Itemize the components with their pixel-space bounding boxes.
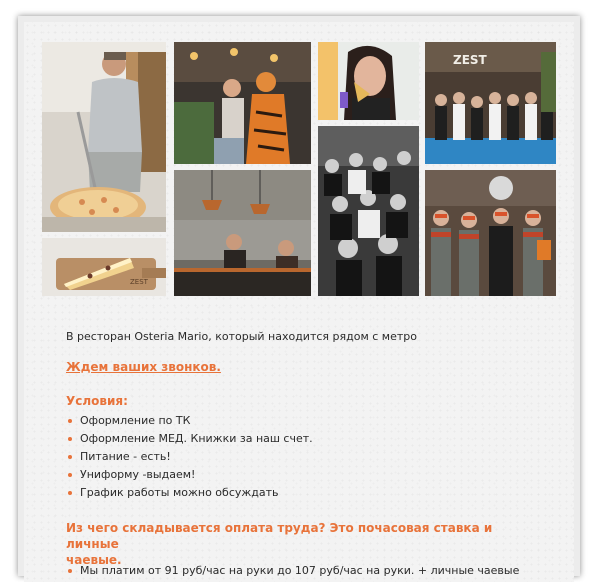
email-frame: ZEST ZEST В ресторан Osteria Mario, кото…	[18, 16, 580, 582]
svg-text:ZEST: ZEST	[453, 53, 488, 67]
list-item: Оформление по ТК	[66, 412, 313, 430]
pay-heading: Из чего складывается оплата труда? Это п…	[66, 520, 546, 568]
email-card: ZEST ZEST В ресторан Osteria Mario, кото…	[24, 22, 574, 582]
pay-list: Мы платим от 91 руб/час на руки до 107 р…	[66, 562, 519, 580]
list-item: Оформление МЕД. Книжки за наш счет.	[66, 430, 313, 448]
chef-making-pizza-photo	[42, 42, 166, 232]
crowd-party-bw-photo	[318, 126, 419, 296]
guests-in-costumes-photo	[174, 42, 311, 164]
pay-heading-line-1: Из чего складывается оплата труда? Это п…	[66, 521, 493, 551]
list-item: График работы можно обсуждать	[66, 484, 313, 502]
list-item: Питание - есть!	[66, 448, 313, 466]
intro-text: В ресторан Osteria Mario, который находи…	[66, 330, 417, 343]
call-us-link[interactable]: Ждем ваших звонков.	[66, 360, 221, 374]
svg-text:ZEST: ZEST	[130, 278, 149, 286]
staff-in-masks-photo	[425, 170, 556, 296]
list-item: Мы платим от 91 руб/час на руки до 107 р…	[66, 562, 519, 580]
list-item: Униформу -выдаем!	[66, 466, 313, 484]
conditions-heading: Условия:	[66, 394, 128, 408]
woman-eating-pizza-photo	[318, 42, 419, 120]
conditions-list: Оформление по ТК Оформление МЕД. Книжки …	[66, 412, 313, 502]
pizza-slice-board-photo: ZEST	[42, 238, 166, 296]
team-group-photo-zest: ZEST	[425, 42, 556, 164]
open-kitchen-chefs-photo	[174, 170, 311, 296]
